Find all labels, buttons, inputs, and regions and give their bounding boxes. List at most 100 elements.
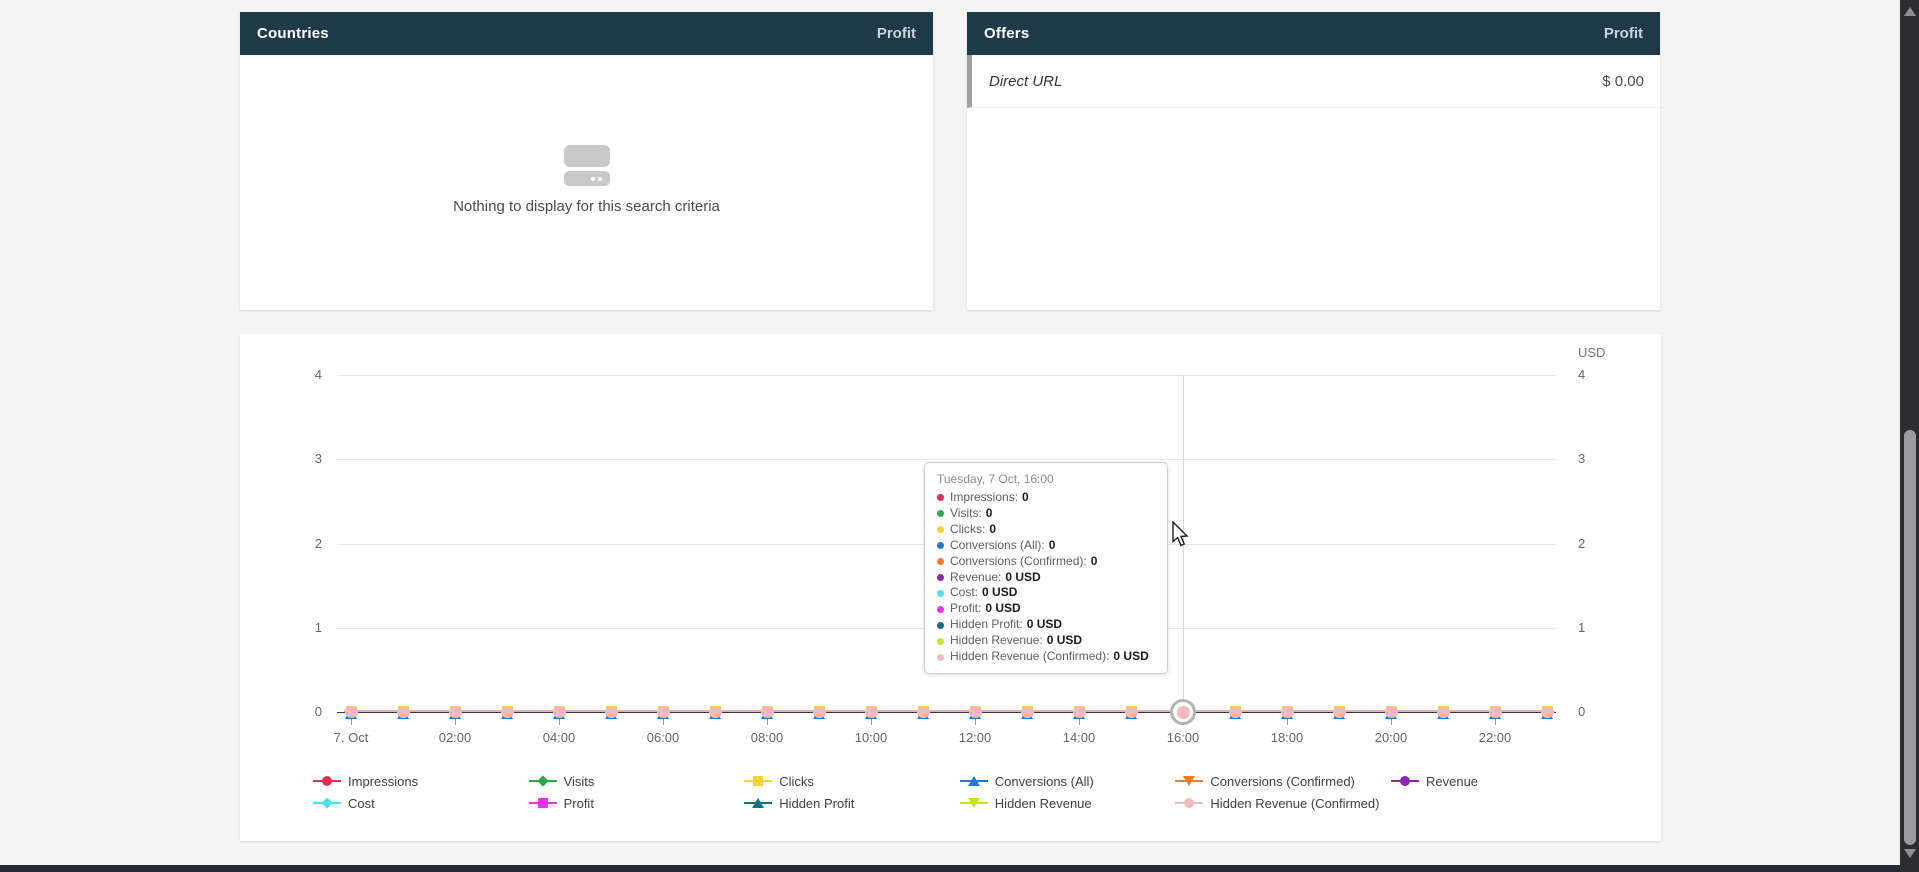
data-point-marker[interactable] [345,706,358,719]
tooltip-row-conversions-confirmed: Conversions (Confirmed):0 [937,554,1155,570]
legend-label[interactable]: Hidden Revenue (Confirmed) [1210,796,1379,811]
x-axis-label-04-00: 04:00 [527,730,591,745]
offers-metric-header[interactable]: Profit [1604,25,1643,42]
legend-item-revenue[interactable]: Revenue [1391,773,1478,789]
data-point-marker[interactable] [1281,706,1294,719]
data-point-marker[interactable] [761,706,774,719]
square-icon [538,798,548,808]
legend-item-conversions-confirmed[interactable]: Conversions (Confirmed) [1175,773,1355,789]
x-axis-label-16-00: 16:00 [1151,730,1215,745]
marker-hidden-revenue-confirmed-layer [865,706,878,718]
offer-name[interactable]: Direct URL [989,73,1062,90]
countries-empty-state: Nothing to display for this search crite… [240,55,933,310]
y-axis-label-left-3: 3 [270,451,322,466]
tooltip-label: Cost: [950,585,978,601]
x-axis-label-14-00: 14:00 [1047,730,1111,745]
legend-label[interactable]: Cost [348,796,375,811]
legend-marker-hidden-profit [744,796,772,810]
marker-hidden-revenue-confirmed-layer [1333,706,1346,718]
scrollbar-thumb[interactable] [1904,430,1916,845]
marker-hidden-revenue-confirmed-layer [709,706,722,718]
tooltip-dot-visits [937,510,944,517]
x-axis-label-20-00: 20:00 [1359,730,1423,745]
legend-label[interactable]: Revenue [1426,774,1478,789]
legend-marker-impressions [313,774,341,788]
tooltip-dot-hidden-revenue-confirmed [937,654,944,661]
card-stack-icon-top [564,145,610,167]
circle-icon [1400,776,1410,786]
data-point-marker[interactable] [1021,706,1034,719]
x-axis-label-02-00: 02:00 [423,730,487,745]
data-point-marker[interactable] [1489,706,1502,719]
marker-hidden-revenue-confirmed-layer [1437,706,1450,718]
tooltip-value: 0 USD [982,585,1017,601]
tooltip-value: 0 USD [1027,617,1062,633]
marker-hidden-revenue-confirmed-layer [449,706,462,718]
data-point-marker[interactable] [1333,706,1346,719]
marker-hidden-revenue-confirmed-layer [397,706,410,718]
circle-icon [322,776,332,786]
tri-up-icon [968,776,980,786]
data-point-marker[interactable] [969,706,982,719]
data-point-marker[interactable] [657,706,670,719]
marker-hidden-revenue-confirmed-layer [917,706,930,718]
tooltip-value: 0 USD [1005,570,1040,586]
data-point-marker[interactable] [813,706,826,719]
legend-item-hidden-revenue-confirmed[interactable]: Hidden Revenue (Confirmed) [1175,795,1379,811]
legend-item-visits[interactable]: Visits [529,773,595,789]
countries-panel: Countries Profit Nothing to display for … [240,12,933,310]
legend-marker-hidden-revenue [960,796,988,810]
tooltip-row-visits: Visits:0 [937,506,1155,522]
data-point-marker[interactable] [605,706,618,719]
card-stack-icon [564,145,610,186]
legend-label[interactable]: Conversions (Confirmed) [1210,774,1355,789]
scrollbar[interactable] [1900,0,1919,872]
legend-label[interactable]: Profit [564,796,594,811]
tooltip-rows: Impressions:0Visits:0Clicks:0Conversions… [937,490,1155,665]
legend-item-conversions-all[interactable]: Conversions (All) [960,773,1094,789]
tooltip-dot-conversions-confirmed [937,558,944,565]
data-point-marker[interactable] [917,706,930,719]
countries-panel-title: Countries [257,25,329,42]
data-point-marker[interactable] [865,706,878,719]
offer-row-direct-url[interactable]: Direct URL $ 0.00 [967,55,1660,108]
circle-icon [1184,798,1194,808]
legend-label[interactable]: Clicks [779,774,814,789]
legend-label[interactable]: Impressions [348,774,418,789]
scroll-down-icon[interactable] [1904,849,1916,858]
tooltip-label: Hidden Revenue (Confirmed): [950,649,1109,665]
marker-hidden-revenue-confirmed-layer [657,706,670,718]
scroll-up-icon[interactable] [1904,7,1916,16]
data-point-marker[interactable] [1073,706,1086,719]
data-point-marker[interactable] [1385,706,1398,719]
legend-label[interactable]: Hidden Profit [779,796,854,811]
legend-label[interactable]: Conversions (All) [995,774,1094,789]
data-point-marker[interactable] [709,706,722,719]
legend-item-profit[interactable]: Profit [529,795,594,811]
data-point-marker[interactable] [449,706,462,719]
mouse-cursor-icon [1171,521,1191,549]
data-point-marker[interactable] [1437,706,1450,719]
legend-item-clicks[interactable]: Clicks [744,773,814,789]
data-point-marker[interactable] [397,706,410,719]
tooltip-row-hidden-profit: Hidden Profit:0 USD [937,617,1155,633]
legend-item-hidden-revenue[interactable]: Hidden Revenue [960,795,1092,811]
legend-label[interactable]: Visits [564,774,595,789]
legend-item-hidden-profit[interactable]: Hidden Profit [744,795,854,811]
data-point-marker[interactable] [1125,706,1138,719]
data-point-marker[interactable] [501,706,514,719]
tooltip-value: 0 [989,522,996,538]
countries-metric-header[interactable]: Profit [877,25,916,42]
legend-label[interactable]: Hidden Revenue [995,796,1092,811]
x-axis-label-06-00: 06:00 [631,730,695,745]
legend-item-cost[interactable]: Cost [313,795,375,811]
data-point-marker[interactable] [1541,706,1554,719]
tooltip-title: Tuesday, 7 Oct, 16:00 [937,472,1155,486]
marker-hidden-revenue-confirmed-layer [1281,706,1294,718]
legend-item-impressions[interactable]: Impressions [313,773,418,789]
data-point-marker[interactable] [553,706,566,719]
marker-hidden-revenue-confirmed-layer [813,706,826,718]
tooltip-dot-hidden-profit [937,622,944,629]
hovered-data-point[interactable] [1170,699,1196,725]
data-point-marker[interactable] [1229,706,1242,719]
